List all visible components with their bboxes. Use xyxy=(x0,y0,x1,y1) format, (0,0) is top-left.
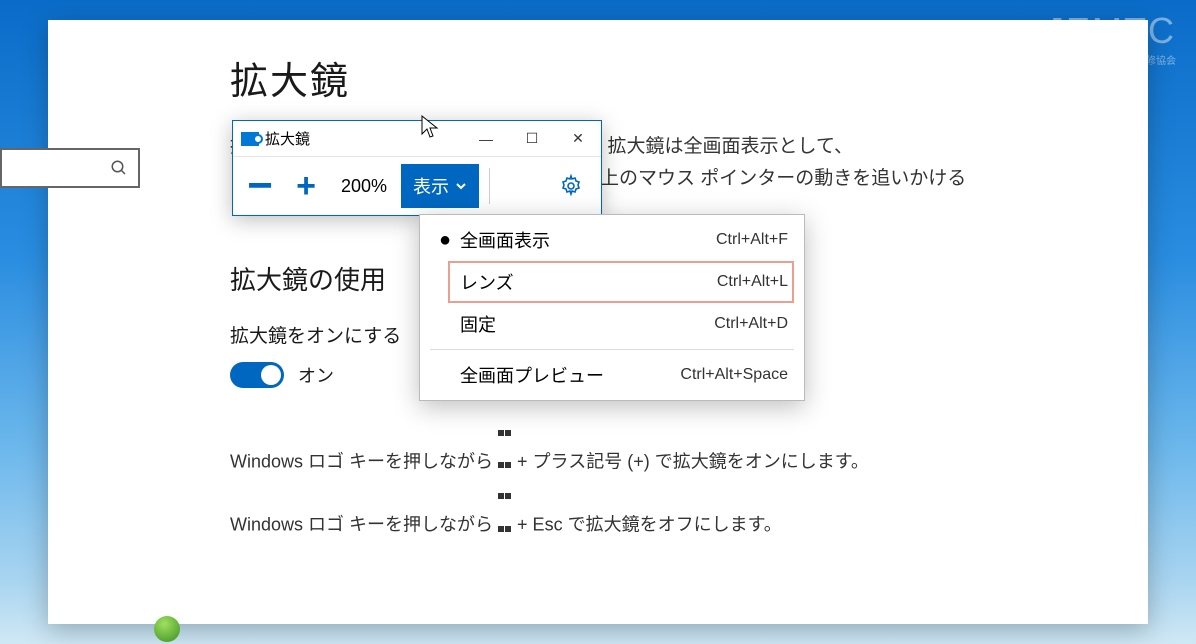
zoom-in-button[interactable]: + xyxy=(285,164,327,208)
minimize-button[interactable]: ― xyxy=(463,121,509,157)
menu-item-fullscreen[interactable]: ● 全画面表示 Ctrl+Alt+F xyxy=(422,219,802,261)
menu-shortcut: Ctrl+Alt+D xyxy=(714,315,788,333)
view-dropdown-button[interactable]: 表示 xyxy=(401,164,479,208)
menu-label: 全画面表示 xyxy=(454,227,716,253)
help-text: Windows ロゴ キーを押しながら + プラス記号 (+) で拡大鏡をオンに… xyxy=(230,414,1108,542)
zoom-out-button[interactable]: − xyxy=(239,164,281,208)
windows-logo-icon xyxy=(498,477,512,491)
magnifier-toggle[interactable] xyxy=(230,362,284,388)
help-1b: + プラス記号 (+) で拡大鏡をオンにします。 xyxy=(517,451,869,471)
maximize-button[interactable]: ☐ xyxy=(509,121,555,157)
taskbar-orb xyxy=(154,616,180,642)
page-title: 拡大鏡 xyxy=(230,50,1108,105)
menu-item-fullscreen-preview[interactable]: 全画面プレビュー Ctrl+Alt+Space xyxy=(422,354,802,396)
help-1a: Windows ロゴ キーを押しながら xyxy=(230,451,498,471)
menu-shortcut: Ctrl+Alt+F xyxy=(716,231,788,249)
magnifier-tool-window[interactable]: 拡大鏡 ― ☐ ✕ − + 200% 表示 xyxy=(232,120,602,216)
menu-shortcut: Ctrl+Alt+L xyxy=(717,273,788,291)
toggle-state-text: オン xyxy=(298,362,334,388)
menu-label: 全画面プレビュー xyxy=(454,362,680,388)
view-dropdown-menu: ● 全画面表示 Ctrl+Alt+F レンズ Ctrl+Alt+L 固定 Ctr… xyxy=(419,214,805,401)
magnifier-title-bar[interactable]: 拡大鏡 ― ☐ ✕ xyxy=(233,121,601,157)
menu-item-docked[interactable]: 固定 Ctrl+Alt+D xyxy=(422,303,802,345)
toolbar-separator xyxy=(489,168,490,204)
view-dropdown-label: 表示 xyxy=(413,173,449,199)
sidebar xyxy=(48,20,190,624)
menu-label: レンズ xyxy=(454,269,717,295)
magnifier-toolbar: − + 200% 表示 xyxy=(233,157,601,215)
search-icon xyxy=(110,159,128,177)
menu-selected-bullet: ● xyxy=(436,229,454,252)
menu-label: 固定 xyxy=(454,311,714,337)
help-2a: Windows ロゴ キーを押しながら xyxy=(230,515,498,535)
menu-item-lens[interactable]: レンズ Ctrl+Alt+L xyxy=(422,261,802,303)
settings-gear-button[interactable] xyxy=(551,166,591,206)
close-button[interactable]: ✕ xyxy=(555,121,601,157)
help-2b: + Esc で拡大鏡をオフにします。 xyxy=(517,515,782,535)
magnifier-title: 拡大鏡 xyxy=(265,128,310,149)
search-box[interactable] xyxy=(0,148,140,188)
menu-shortcut: Ctrl+Alt+Space xyxy=(680,366,788,384)
chevron-down-icon xyxy=(455,180,467,192)
menu-separator xyxy=(430,349,794,350)
gear-icon xyxy=(559,174,583,198)
zoom-level: 200% xyxy=(331,176,397,197)
windows-logo-icon xyxy=(498,414,512,428)
magnifier-app-icon xyxy=(241,132,259,146)
